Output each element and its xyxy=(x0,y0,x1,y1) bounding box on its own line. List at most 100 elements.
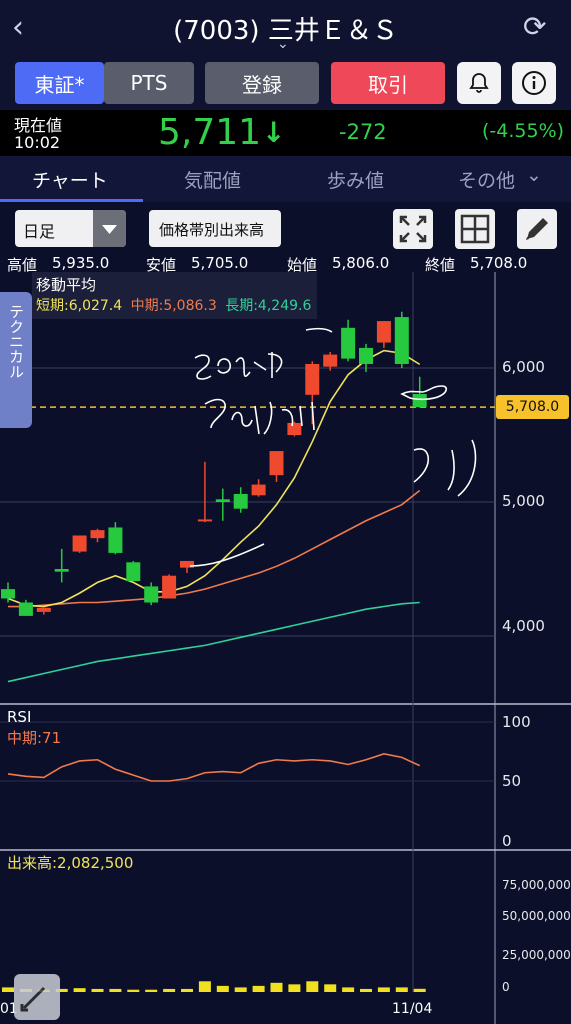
rsi-mid-value: 中期:71 xyxy=(7,729,62,747)
candle-body xyxy=(215,499,230,502)
period-select[interactable]: 日足 xyxy=(15,210,126,247)
dropdown-arrow-icon xyxy=(93,210,126,247)
volume-tick: 0 xyxy=(502,980,510,994)
ma-mid-value: 中期:5,086.3 xyxy=(130,298,217,314)
register-button[interactable]: 登録 xyxy=(205,62,319,104)
volume-bar xyxy=(270,982,283,992)
info-icon[interactable] xyxy=(512,62,556,104)
market-tse-button[interactable]: 東証* xyxy=(15,62,104,104)
volume-bar xyxy=(163,988,176,992)
candle-body xyxy=(269,451,284,476)
chevron-down-icon[interactable]: ⌄ xyxy=(277,36,289,52)
price-band-volume-label: 価格帯別出来高 xyxy=(159,221,265,239)
candle-body xyxy=(287,422,302,435)
rsi-tick: 0 xyxy=(502,832,512,850)
chevron-down-icon[interactable]: ⌄ xyxy=(526,164,542,186)
candle-body xyxy=(341,327,356,359)
action-bar: 東証* PTS 登録 取引 xyxy=(0,56,571,110)
rsi-tick: 100 xyxy=(502,713,531,731)
period-label: 日足 xyxy=(23,222,56,241)
candle-body xyxy=(394,317,409,364)
volume-bar xyxy=(234,987,247,992)
volume-bar xyxy=(2,987,14,992)
candle-body xyxy=(197,519,212,522)
pencil-icon[interactable] xyxy=(517,209,557,249)
fullscreen-icon[interactable] xyxy=(393,209,433,249)
layout-grid-icon[interactable] xyxy=(455,209,495,249)
price-chart[interactable] xyxy=(0,270,571,1024)
price-tick: 4,000 xyxy=(502,617,545,635)
rsi-line xyxy=(7,753,421,782)
candle-body xyxy=(1,589,15,599)
volume-bar xyxy=(360,988,372,992)
volume-bar xyxy=(377,987,390,992)
price-tick: 6,000 xyxy=(502,358,545,376)
volume-bar xyxy=(91,988,104,992)
technical-side-tab-label: テクニカル xyxy=(7,304,25,379)
candle-body xyxy=(144,586,159,603)
down-arrow-icon: ↓ xyxy=(262,116,286,149)
volume-bar xyxy=(413,988,426,992)
candle-body xyxy=(412,393,427,408)
candle-body xyxy=(18,602,33,616)
volume-title: 出来高:2,082,500 xyxy=(7,854,134,872)
current-price-marker: 5,708.0 xyxy=(496,395,569,419)
rsi-tick: 50 xyxy=(502,772,522,790)
volume-bar xyxy=(306,981,319,992)
price-time: 10:02 xyxy=(14,133,61,152)
ma-short-value: 短期:6,027.4 xyxy=(36,298,123,314)
candle-body xyxy=(359,347,373,364)
tab-chart[interactable]: チャート xyxy=(32,166,108,193)
tab-bar: チャート 気配値 歩み値 その他 ⌄ xyxy=(0,156,571,203)
tab-quote[interactable]: 気配値 xyxy=(184,166,241,193)
price-change-pct: (-4.55%) xyxy=(482,120,565,142)
app-header: ‹ (7003) 三井Ｅ＆Ｓ ⌄ ⟳ xyxy=(0,0,571,56)
volume-tick: 75,000,000 xyxy=(502,878,571,892)
price-change: -272 xyxy=(339,120,387,144)
candle-body xyxy=(323,354,338,367)
candle-body xyxy=(251,484,266,496)
candle-body xyxy=(233,493,248,509)
technical-side-tab[interactable]: テクニカル xyxy=(0,292,32,428)
volume-tick: 50,000,000 xyxy=(502,909,571,923)
candle-body xyxy=(54,569,69,572)
volume-bar xyxy=(395,987,408,992)
candle-body xyxy=(72,535,87,552)
volume-bar xyxy=(252,985,265,992)
ma-legend: 移動平均 短期:6,027.4 中期:5,086.3 長期:4,249.6 xyxy=(32,272,318,319)
candle-body xyxy=(162,575,177,599)
volume-bar xyxy=(145,989,158,992)
candle-body xyxy=(90,530,105,539)
price-band-volume-button[interactable]: 価格帯別出来高 xyxy=(149,210,281,247)
price-row: 現在値 10:02 5,711 ↓ -272 (-4.55%) xyxy=(0,110,571,156)
volume-bar xyxy=(73,988,86,992)
volume-bar xyxy=(216,985,229,992)
volume-tick: 25,000,000 xyxy=(502,948,571,962)
rsi-title: RSI xyxy=(7,708,32,726)
candle-body xyxy=(126,562,141,582)
bell-icon[interactable] xyxy=(457,62,501,104)
refresh-icon[interactable]: ⟳ xyxy=(523,10,546,43)
volume-bar xyxy=(181,988,193,992)
scroll-handle[interactable] xyxy=(14,974,60,1020)
current-price-value: 5,711 xyxy=(158,112,262,153)
candle-body xyxy=(36,607,51,612)
volume-bar xyxy=(342,987,355,992)
price-tick: 5,000 xyxy=(502,492,545,510)
ma-long-value: 長期:4,249.6 xyxy=(225,298,312,314)
tab-ticks[interactable]: 歩み値 xyxy=(327,166,384,193)
volume-bar xyxy=(198,981,211,992)
ma-title: 移動平均 xyxy=(36,276,97,294)
volume-bar xyxy=(288,984,301,992)
tab-other[interactable]: その他 xyxy=(458,166,515,193)
market-pts-button[interactable]: PTS xyxy=(104,62,194,104)
volume-bar xyxy=(109,988,122,992)
volume-bar xyxy=(127,989,140,992)
x-label: 11/04 xyxy=(392,1001,433,1017)
price-panel-bg xyxy=(0,272,495,704)
candle-body xyxy=(305,363,320,395)
candle-body xyxy=(376,321,391,343)
volume-bar xyxy=(324,984,337,992)
trade-button[interactable]: 取引 xyxy=(331,62,445,104)
chart-area: 日足 価格帯別出来高 高値 5,935.0 安値 5,705.0 始値 5,80… xyxy=(0,202,571,1024)
